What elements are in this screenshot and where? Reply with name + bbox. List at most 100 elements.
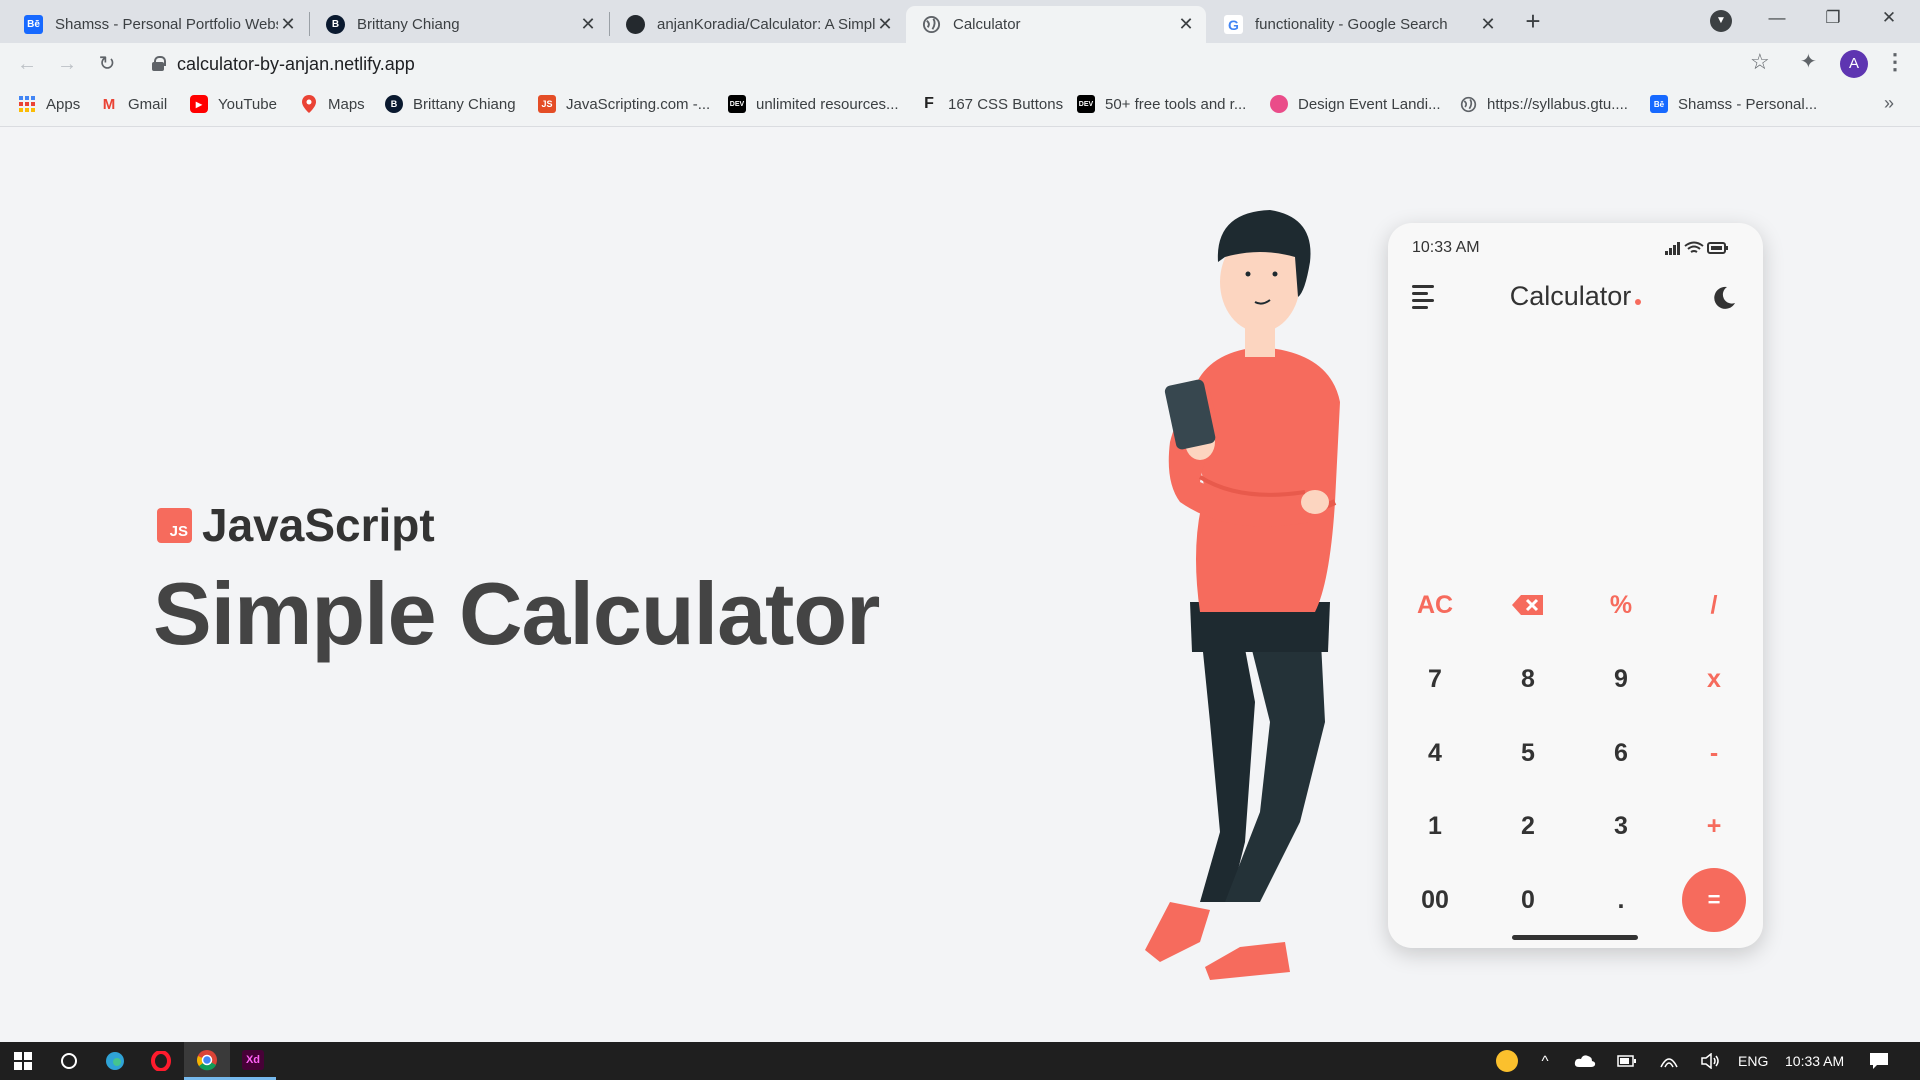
language-indicator[interactable]: ENG [1738, 1053, 1768, 1069]
phone-status-icons [1665, 240, 1729, 261]
bookmark-label: Maps [328, 95, 365, 113]
key-ac[interactable]: AC [1403, 573, 1467, 637]
tab-brittany-chiang[interactable]: B Brittany Chiang ✕ [310, 6, 608, 43]
signal-icon [1665, 242, 1680, 255]
cortana-icon[interactable] [46, 1042, 92, 1080]
weather-sun-icon[interactable] [1484, 1042, 1530, 1080]
apps-grid-icon [18, 95, 36, 113]
adobe-xd-icon[interactable]: Xd [230, 1042, 276, 1080]
notifications-icon[interactable] [1856, 1042, 1902, 1080]
dribbble-icon [1270, 95, 1288, 113]
chrome-icon[interactable] [184, 1042, 230, 1080]
key-6[interactable]: 6 [1589, 721, 1653, 785]
key-subtract[interactable]: - [1682, 721, 1746, 785]
key-multiply[interactable]: x [1682, 647, 1746, 711]
key-4[interactable]: 4 [1403, 721, 1467, 785]
bookmark-brittany-chiang[interactable]: B Brittany Chiang [385, 95, 516, 113]
tab-google-search[interactable]: G functionality - Google Search ✕ [1208, 6, 1508, 43]
taskbar-clock[interactable]: 10:33 AM [1785, 1053, 1844, 1069]
javascripting-icon: JS [538, 95, 556, 113]
key-add[interactable]: + [1682, 794, 1746, 858]
bookmark-gtu-syllabus[interactable]: https://syllabus.gtu.... [1459, 95, 1628, 113]
key-decimal[interactable]: . [1589, 868, 1653, 932]
key-7[interactable]: 7 [1403, 647, 1467, 711]
behance-icon: Bē [24, 15, 43, 34]
globe-icon [1459, 95, 1477, 113]
extensions-icon[interactable]: ✦ [1800, 49, 1817, 74]
calculator-phone: 10:33 AM Calculator AC % / 7 8 9 x 4 5 6… [1388, 223, 1763, 948]
close-tab-icon[interactable]: ✕ [1478, 14, 1498, 35]
key-5[interactable]: 5 [1496, 721, 1560, 785]
onedrive-cloud-icon[interactable] [1567, 1042, 1603, 1080]
back-icon[interactable]: ← [14, 51, 40, 77]
f-icon: F [924, 95, 934, 112]
bookmark-design-event[interactable]: Design Event Landi... [1270, 95, 1441, 113]
behance-icon: Bē [1650, 95, 1668, 113]
bookmark-shamss[interactable]: Bē Shamss - Personal... [1650, 95, 1817, 113]
address-bar[interactable]: calculator-by-anjan.netlify.app [140, 47, 1770, 81]
profile-avatar[interactable]: A [1840, 50, 1868, 78]
dark-mode-moon-icon[interactable] [1711, 285, 1737, 311]
windows-start-icon[interactable] [0, 1042, 46, 1080]
edge-icon[interactable] [92, 1042, 138, 1080]
bookmark-css-buttons[interactable]: F 167 CSS Buttons [920, 95, 1063, 113]
browser-toolbar: ← → ↻ calculator-by-anjan.netlify.app ☆ … [0, 43, 1920, 85]
bookmark-youtube[interactable]: ▶ YouTube [190, 95, 277, 113]
bookmark-label: Gmail [128, 95, 168, 113]
close-tab-icon[interactable]: ✕ [1176, 14, 1196, 35]
close-tab-icon[interactable]: ✕ [875, 14, 895, 35]
bookmark-label: 50+ free tools and r... [1105, 95, 1247, 113]
gmail-icon: M [102, 95, 116, 113]
backspace-icon [1512, 595, 1543, 615]
bookmark-label: 167 CSS Buttons [948, 95, 1064, 113]
opera-icon[interactable] [138, 1042, 184, 1080]
google-icon: G [1224, 15, 1243, 34]
forward-icon[interactable]: → [54, 51, 80, 77]
new-tab-button[interactable]: + [1519, 6, 1547, 36]
bookmark-unlimited-resources[interactable]: DEV unlimited resources... [728, 95, 899, 113]
show-hidden-icons-chevron[interactable]: ^ [1527, 1042, 1563, 1080]
key-backspace[interactable] [1496, 573, 1560, 637]
volume-icon[interactable] [1693, 1042, 1729, 1080]
close-tab-icon[interactable]: ✕ [578, 14, 598, 35]
key-percent[interactable]: % [1589, 573, 1653, 637]
reload-icon[interactable]: ↻ [94, 51, 120, 77]
dev-icon: DEV [1077, 95, 1095, 113]
key-0[interactable]: 0 [1496, 868, 1560, 932]
menu-kebab-icon[interactable]: ⋮ [1884, 49, 1906, 75]
battery-icon[interactable] [1609, 1042, 1645, 1080]
key-divide[interactable]: / [1682, 573, 1746, 637]
bookmark-star-icon[interactable]: ☆ [1750, 49, 1770, 75]
hexagon-b-icon: B [326, 15, 345, 34]
tab-github-calculator[interactable]: anjanKoradia/Calculator: A Simple Calcul… [610, 6, 905, 43]
more-bookmarks-icon[interactable]: » [1884, 93, 1894, 114]
url-text[interactable]: calculator-by-anjan.netlify.app [177, 54, 415, 75]
bookmark-apps[interactable]: Apps [18, 95, 80, 113]
bookmark-javascripting[interactable]: JS JavaScripting.com -... [538, 95, 710, 113]
bookmark-maps[interactable]: Maps [300, 95, 365, 113]
calculator-title: Calculator [1509, 281, 1632, 311]
tab-search-icon[interactable]: ▼ [1710, 10, 1732, 32]
close-tab-icon[interactable]: ✕ [278, 14, 298, 35]
tab-strip: Bē Shamss - Personal Portfolio Website ✕… [0, 0, 1920, 43]
network-icon[interactable] [1651, 1042, 1687, 1080]
key-1[interactable]: 1 [1403, 794, 1467, 858]
key-2[interactable]: 2 [1496, 794, 1560, 858]
key-equals[interactable]: = [1682, 868, 1746, 932]
maps-icon [300, 95, 318, 113]
restore-button[interactable]: ❐ [1805, 0, 1861, 36]
minimize-button[interactable]: — [1749, 0, 1805, 36]
bookmark-gmail[interactable]: M Gmail [100, 95, 167, 113]
bookmark-free-tools[interactable]: DEV 50+ free tools and r... [1077, 95, 1246, 113]
key-9[interactable]: 9 [1589, 647, 1653, 711]
bookmark-label: Shamss - Personal... [1678, 95, 1818, 113]
close-window-button[interactable]: ✕ [1861, 0, 1917, 36]
tab-shamss-portfolio[interactable]: Bē Shamss - Personal Portfolio Website ✕ [8, 6, 308, 43]
lock-icon [152, 56, 166, 71]
bookmark-label: JavaScripting.com -... [566, 95, 711, 113]
tab-calculator[interactable]: Calculator ✕ [906, 6, 1206, 43]
javascript-label: JavaScript [202, 499, 435, 551]
key-3[interactable]: 3 [1589, 794, 1653, 858]
key-00[interactable]: 00 [1403, 868, 1467, 932]
key-8[interactable]: 8 [1496, 647, 1560, 711]
